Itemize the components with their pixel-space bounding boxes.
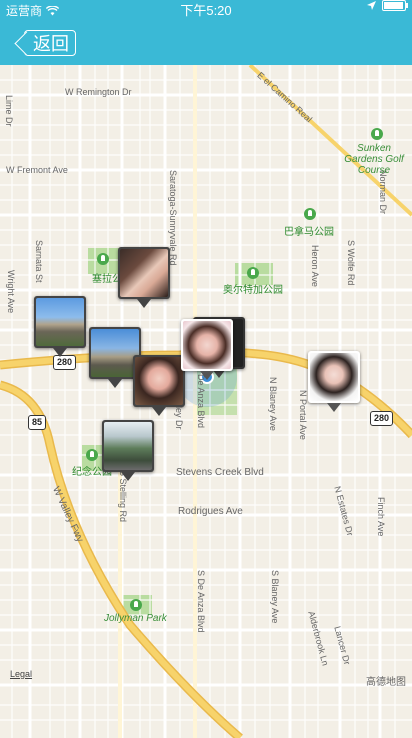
park-icon <box>247 267 259 279</box>
park-icon <box>130 599 142 611</box>
road-label: Wright Ave <box>6 270 16 314</box>
photo-pin-portrait-white[interactable] <box>308 351 360 412</box>
road-label: Stevens Creek Blvd <box>176 467 264 478</box>
nav-bar: 运营商 下午5:20 返回 <box>0 0 412 65</box>
highway-shield: 280 <box>53 355 77 370</box>
back-button-label: 返回 <box>33 34 69 54</box>
status-bar: 运营商 下午5:20 <box>0 0 412 22</box>
road-label: S Blaney Ave <box>270 570 280 624</box>
photo-pin-street[interactable] <box>102 420 154 481</box>
road-label: Rodrigues Ave <box>178 506 243 517</box>
photo-pin-house[interactable] <box>34 296 86 357</box>
road-label: Lime Dr <box>4 95 14 127</box>
battery-icon <box>382 0 408 11</box>
location-arrow-icon <box>367 1 376 10</box>
legal-link[interactable]: Legal <box>10 669 32 679</box>
park-label: Jollyman Park <box>104 613 167 624</box>
park-icon <box>371 128 383 140</box>
road-label: W Fremont Ave <box>6 165 68 175</box>
road-label: S De Anza Blvd <box>196 570 206 633</box>
road-label: Heron Ave <box>310 245 320 287</box>
road-label: Sarnata St <box>34 240 44 283</box>
road-label: W Remington Dr <box>65 87 132 97</box>
park-label: 奥尔特加公园 <box>223 285 283 296</box>
map-provider-logo: 高德地图 <box>366 677 406 688</box>
back-button[interactable]: 返回 <box>24 30 76 56</box>
park-icon <box>86 449 98 461</box>
clock: 下午5:20 <box>180 3 232 18</box>
highway-shield: 85 <box>28 415 47 430</box>
photo-pin-selfie[interactable] <box>118 247 170 308</box>
status-right <box>367 0 408 11</box>
park-icon <box>304 208 316 220</box>
photo-pin-portrait-glasses[interactable] <box>181 319 233 380</box>
road-label: Norman Dr <box>378 170 388 215</box>
photo-pin-portrait[interactable] <box>133 355 185 416</box>
highway-shield: 280 <box>370 411 394 426</box>
park-icon <box>97 253 109 265</box>
map-view[interactable]: W Remington Dr E el Camino Real W Fremon… <box>0 65 412 738</box>
park-label: Sunken Gardens Golf Course <box>344 143 404 176</box>
road-label: N Portal Ave <box>298 390 308 440</box>
park-label: 巴拿马公园 <box>284 227 334 238</box>
road-label: N Blaney Ave <box>268 377 278 431</box>
road-label: S Wolfe Rd <box>346 240 356 286</box>
road-label: Finch Ave <box>376 497 386 537</box>
